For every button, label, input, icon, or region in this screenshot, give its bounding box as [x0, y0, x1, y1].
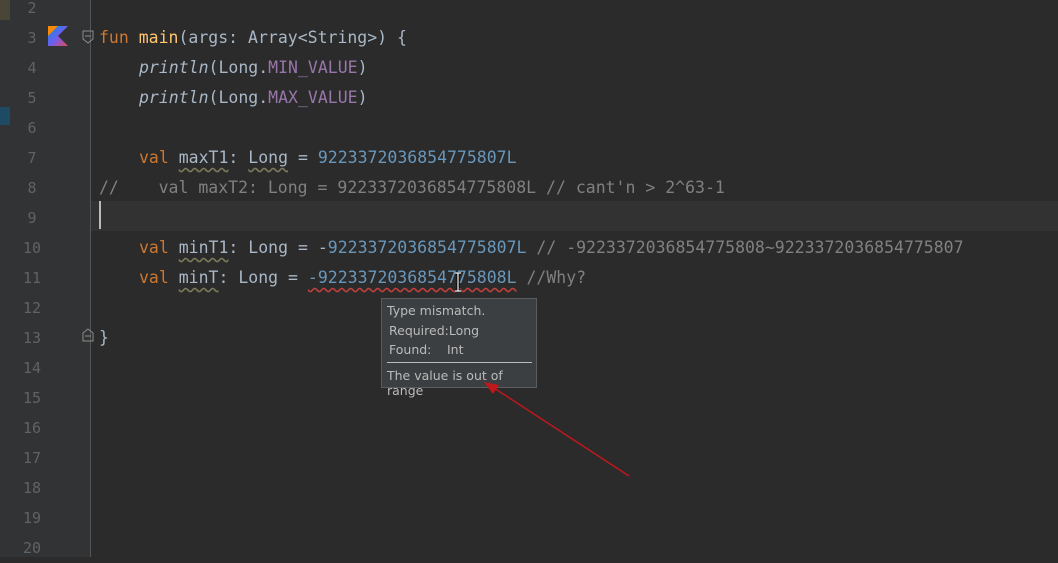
constant-max-value: MAX_VALUE	[268, 88, 358, 107]
type-name: Long	[248, 148, 289, 167]
tooltip-message: The value is out of range	[387, 368, 503, 398]
error-tooltip: Type mismatch. Required:Long Found: Int T…	[381, 298, 537, 398]
code-line-10[interactable]: val minT1: Long = -9223372036854775807L …	[139, 233, 964, 263]
line-number: 19	[22, 509, 42, 527]
line-number: 15	[22, 389, 42, 407]
text-cursor-icon	[453, 271, 463, 296]
found-label: Found:	[389, 342, 432, 357]
println-call: println	[139, 58, 209, 77]
error-number-literal[interactable]: -9223372036854775808L	[308, 268, 517, 287]
keyword-fun: fun	[99, 28, 129, 47]
tooltip-divider	[387, 362, 532, 363]
line-number: 17	[22, 449, 42, 467]
number-literal: 9223372036854775807L	[327, 238, 527, 257]
code-line-13[interactable]: }	[99, 323, 109, 353]
code-line-3[interactable]: fun main(args: Array<String>) {	[99, 23, 407, 53]
code-text: : Long =	[218, 268, 308, 287]
variable-name: minT1	[178, 238, 229, 257]
variable-name: minT	[178, 268, 219, 287]
tooltip-title: Type mismatch.	[387, 303, 486, 318]
line-number: 18	[22, 479, 42, 497]
code-text: : Long = -	[228, 238, 328, 257]
code-text: :	[228, 148, 249, 167]
line-number: 14	[22, 359, 42, 377]
code-text: )	[357, 88, 368, 107]
line-number: 10	[22, 239, 42, 257]
code-text: )	[357, 58, 368, 77]
line-number: 11	[22, 269, 42, 287]
println-call: println	[139, 88, 209, 107]
function-name: main	[138, 28, 179, 47]
variable-name: maxT1	[178, 148, 229, 167]
constant-min-value: MIN_VALUE	[268, 58, 358, 77]
required-value: Long	[448, 323, 480, 338]
number-literal: 9223372036854775807L	[317, 148, 517, 167]
line-number: 7	[27, 149, 37, 167]
strip-marker	[0, 0, 10, 20]
line-number: 13	[22, 329, 42, 347]
keyword-val: val	[139, 268, 169, 287]
signature: (args: Array<String>) {	[178, 28, 407, 47]
code-line-5[interactable]: println(Long.MAX_VALUE)	[139, 83, 368, 113]
code-text: (Long.	[208, 58, 269, 77]
editor-left-strip	[0, 0, 12, 557]
code-line-7[interactable]: val maxT1: Long = 9223372036854775807L	[139, 143, 517, 173]
code-line-11[interactable]: val minT: Long = -9223372036854775808L /…	[139, 263, 586, 293]
fold-end-icon[interactable]	[82, 328, 94, 342]
text-caret	[99, 201, 101, 229]
found-value: Int	[447, 342, 464, 357]
line-number: 12	[22, 299, 42, 317]
line-number: 9	[27, 209, 37, 227]
line-number: 3	[27, 29, 37, 47]
current-line-highlight	[91, 201, 1058, 231]
fold-start-icon[interactable]	[82, 30, 94, 44]
line-number: 2	[27, 0, 37, 17]
line-number: 20	[22, 539, 42, 557]
tooltip-required-row: Required:Long	[389, 323, 479, 338]
comment: //Why?	[516, 268, 587, 287]
line-number: 4	[27, 59, 37, 77]
line-number: 6	[27, 119, 37, 137]
keyword-val: val	[139, 148, 169, 167]
code-text: =	[288, 148, 318, 167]
line-number-gutter[interactable]: 2 3 4 5 6 7 8 9 10 11 12 13 14 15 16 17 …	[12, 0, 91, 557]
line-number: 16	[22, 419, 42, 437]
required-label: Required:	[389, 323, 449, 338]
code-line-8[interactable]: // val maxT2: Long = 9223372036854775808…	[99, 173, 725, 203]
kotlin-file-icon[interactable]	[48, 26, 68, 46]
code-text: (Long.	[208, 88, 269, 107]
line-number: 5	[27, 89, 37, 107]
tooltip-found-row: Found: Int	[389, 342, 464, 357]
comment: // -9223372036854775808~9223372036854775…	[526, 238, 964, 257]
line-number: 8	[27, 179, 37, 197]
strip-marker	[0, 107, 10, 125]
code-line-4[interactable]: println(Long.MIN_VALUE)	[139, 53, 368, 83]
keyword-val: val	[139, 238, 169, 257]
